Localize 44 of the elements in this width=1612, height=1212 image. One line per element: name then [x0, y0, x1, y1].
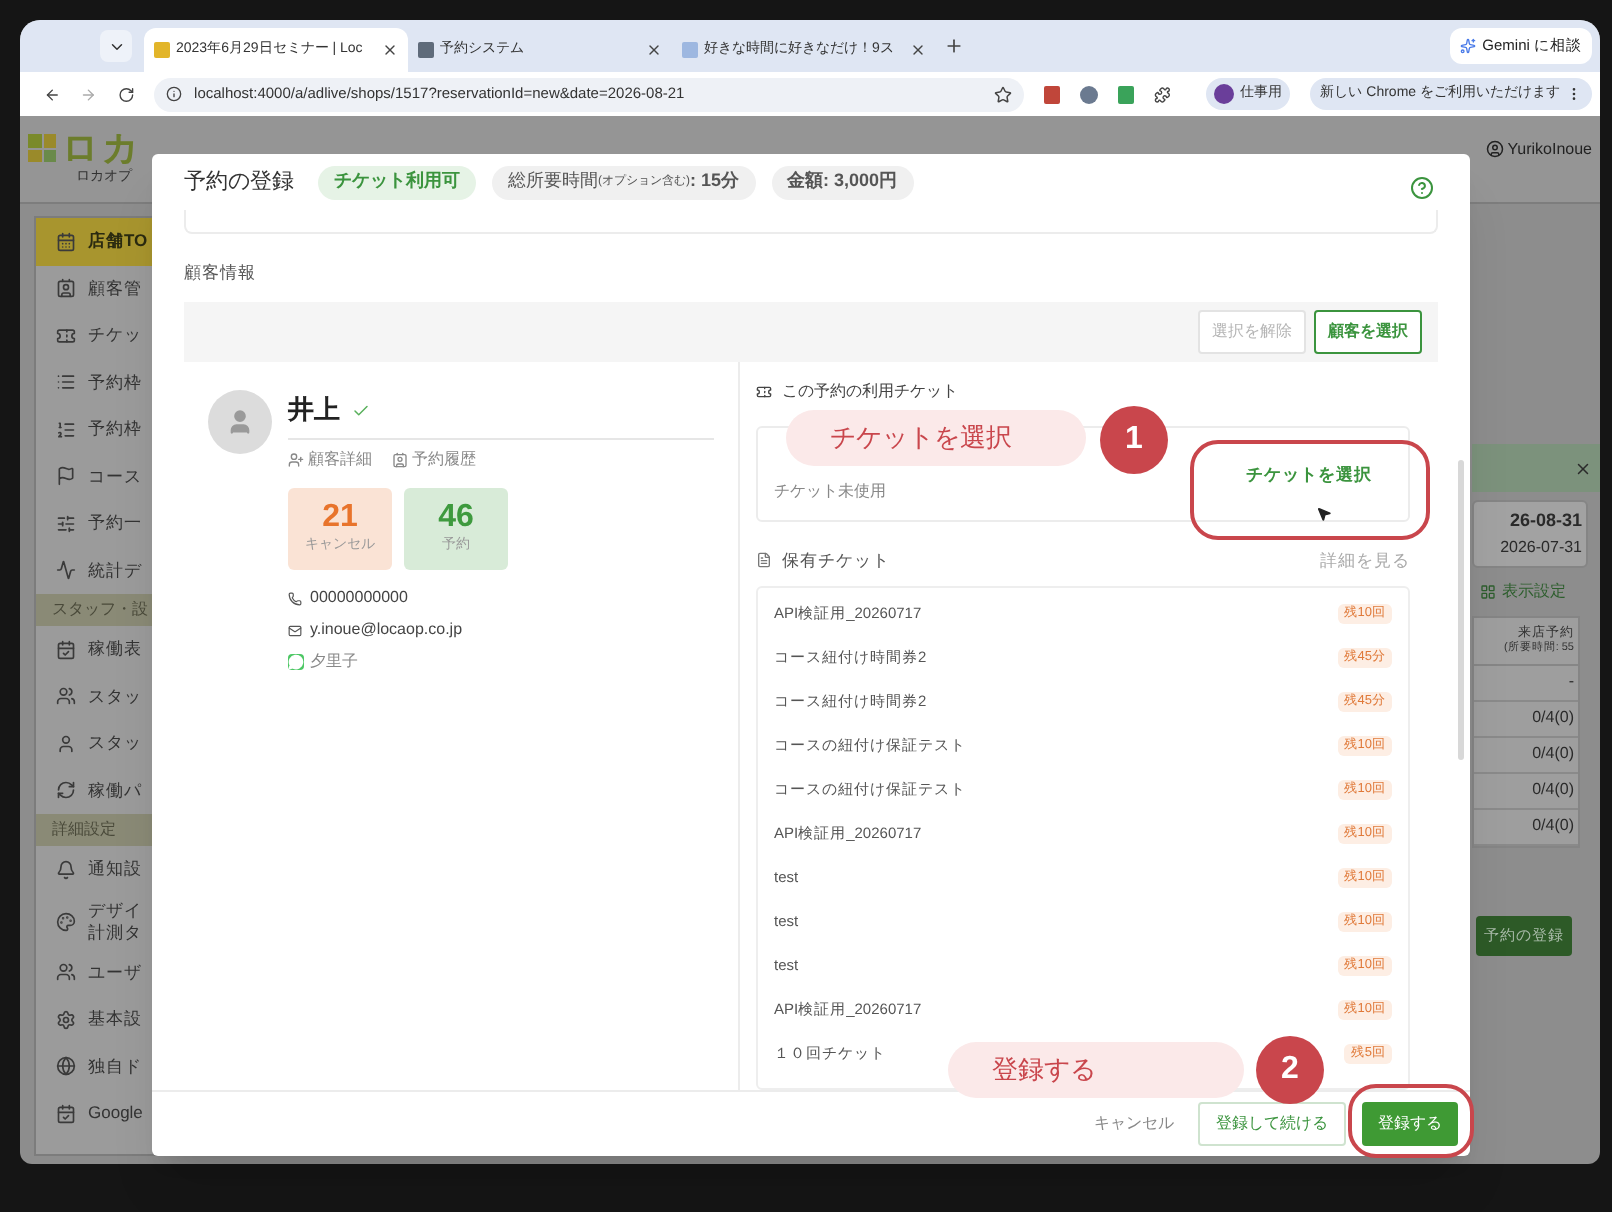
- stat-value: 21: [322, 500, 358, 537]
- sidebar-item-label: 計測タ: [88, 921, 142, 943]
- sidebar-item-label: デザイ: [88, 899, 142, 921]
- sidebar-item-label: 予約枠: [88, 369, 142, 396]
- table-cell: 0/4(0): [1532, 778, 1574, 802]
- sidebar-item-label: Google: [88, 1100, 143, 1127]
- sidebar-item-label: 稼働表: [88, 636, 142, 663]
- sidebar-item-label: 予約枠: [88, 416, 142, 443]
- table-cell: 0/4(0): [1532, 706, 1574, 730]
- logo-text: ロカ: [62, 128, 142, 169]
- table-cell: 0/4(0): [1532, 742, 1574, 766]
- callout-label: 登録する: [948, 1042, 1244, 1098]
- sidebar-item-label: ユーザ: [88, 959, 142, 986]
- sidebar-item-label: 基本設: [88, 1006, 142, 1033]
- stat-value: 46: [438, 500, 474, 537]
- price-chip: 金額: 3,000円: [771, 165, 914, 199]
- sidebar-section-label: 詳細設定: [52, 818, 116, 842]
- sidebar-item-label: 稼働パ: [88, 777, 142, 804]
- date-text: 2026-07-31: [1500, 535, 1582, 559]
- line-name: 夕里子: [310, 650, 358, 674]
- callout-label: チケットを選択: [786, 410, 1086, 466]
- sidebar-item-label: 統計デ: [88, 557, 142, 584]
- section-title: 顧客情報: [184, 260, 258, 286]
- sidebar-item-label: 独自ド: [88, 1053, 142, 1080]
- sidebar-item-label: スタッ: [88, 683, 142, 710]
- sidebar-item-label: チケッ: [88, 322, 142, 349]
- dialog-title: 予約の登録: [184, 167, 294, 198]
- table-cell: 0/4(0): [1532, 814, 1574, 838]
- sidebar-item-label: 店舗TO: [88, 228, 148, 255]
- table-cell: -: [1568, 670, 1574, 694]
- sidebar-item-label: スタッ: [88, 730, 142, 757]
- sidebar-item-label: コース: [88, 463, 142, 490]
- sidebar-item-label: 顧客管: [88, 275, 142, 302]
- sidebar-item-label: 予約一: [88, 510, 142, 537]
- ticket-status: チケット未使用: [774, 480, 886, 504]
- ticket-available-chip: チケット利用可: [318, 165, 476, 199]
- date-text: 26-08-31: [1509, 508, 1582, 534]
- customer-name: 井上: [288, 392, 340, 429]
- sidebar-section-label: スタッフ・設: [52, 598, 148, 622]
- section-heading: この予約の利用チケット: [782, 380, 958, 404]
- email-address: y.inoue@locaop.co.jp: [310, 618, 463, 642]
- section-heading: 保有チケット: [782, 547, 890, 573]
- phone-number: 00000000000: [310, 586, 408, 610]
- sidebar-item-label: 通知設: [88, 856, 142, 883]
